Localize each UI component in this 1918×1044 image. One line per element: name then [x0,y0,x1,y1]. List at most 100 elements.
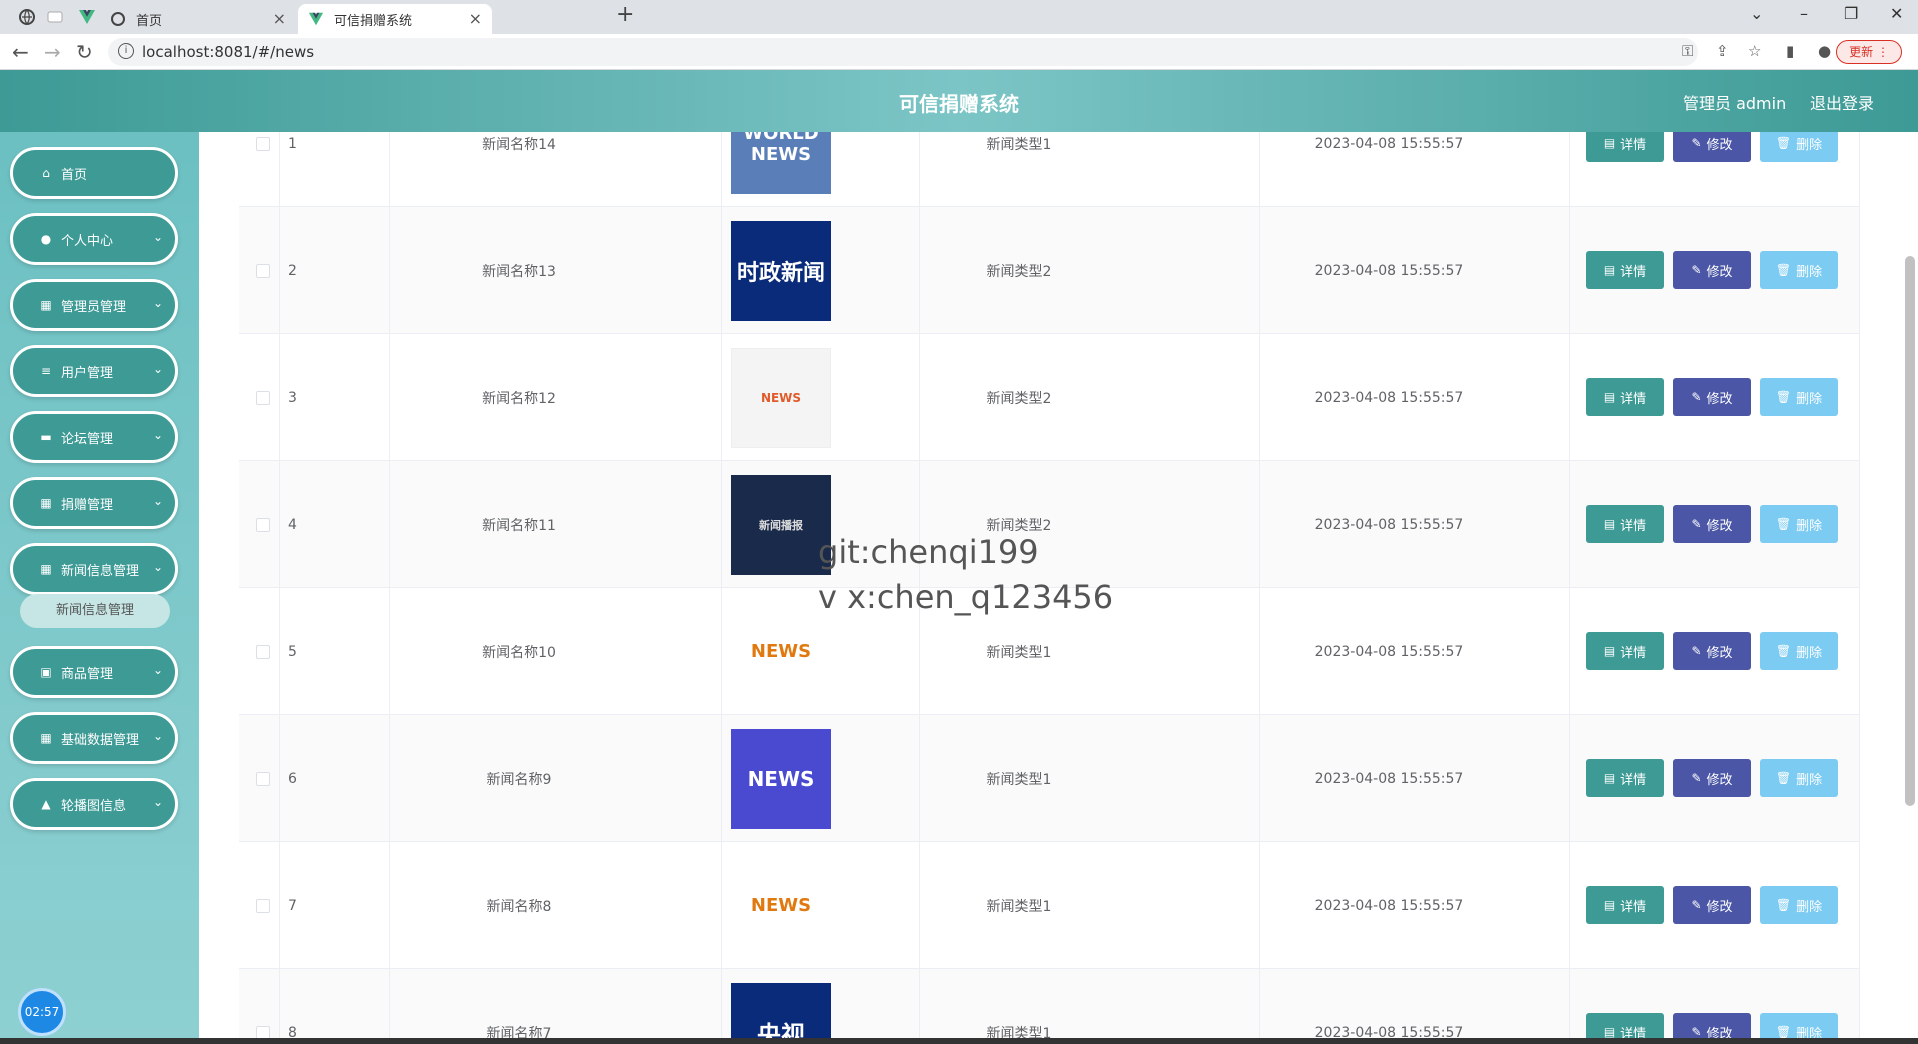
detail-button[interactable]: ▤ 详情 [1586,505,1664,543]
detail-button[interactable]: ▤ 详情 [1586,378,1664,416]
row-checkbox[interactable] [256,644,270,659]
row-checkbox[interactable] [256,263,270,278]
news-type: 新闻类型2 [986,263,1052,280]
trash-icon: 🗑 [1775,136,1792,150]
edit-button[interactable]: ✎ 修改 [1673,378,1751,416]
row-checkbox[interactable] [256,771,270,786]
row-checkbox[interactable] [256,136,270,151]
chevron-down-icon[interactable]: ⌄ [1750,4,1763,23]
delete-button[interactable]: 🗑 删除 [1760,886,1838,924]
detail-button[interactable]: ▤ 详情 [1586,759,1664,797]
minimize-button[interactable]: – [1800,4,1808,23]
row-index: 2 [288,262,297,279]
delete-button[interactable]: 🗑 删除 [1760,632,1838,670]
column-divider [1859,132,1860,1044]
row-checkbox[interactable] [256,898,270,913]
edit-button[interactable]: ✎ 修改 [1673,132,1751,162]
update-button[interactable]: 更新 ⋮ [1836,40,1902,64]
news-name: 新闻名称12 [482,390,556,407]
pencil-icon: ✎ [1691,898,1702,912]
clock-badge: 02:57 [18,988,66,1036]
pencil-icon: ✎ [1691,263,1702,277]
logout-button[interactable]: 退出登录 [1810,90,1874,114]
sidebar-item-carousel-info[interactable]: ▲ 轮播图信息 ⌄ [10,778,178,830]
chevron-down-icon: ⌄ [152,795,163,809]
globe-icon[interactable] [18,8,36,26]
delete-label: 删除 [1796,137,1823,153]
table-row: 6 新闻名称9 NEWS 新闻类型1 2023-04-08 15:55:57 ▤ 详情 ✎ 修改… [239,715,1859,842]
address-bar: ← → ↻ i localhost:8081/#/news ⚿ ⇪ ☆ ▮ ● … [0,34,1918,70]
delete-button[interactable]: 🗑 删除 [1760,505,1838,543]
news-name: 新闻名称8 [486,898,552,915]
window-close-button[interactable]: ✕ [1890,4,1903,23]
reload-icon[interactable]: ↻ [76,40,93,64]
delete-button[interactable]: 🗑 删除 [1760,759,1838,797]
blank-page-icon[interactable] [46,8,64,26]
chevron-down-icon: ⌄ [152,296,163,310]
profile-icon[interactable]: ● [1818,42,1831,60]
close-icon[interactable]: × [273,9,286,28]
row-index: 5 [288,643,297,660]
chevron-down-icon: ⌄ [152,362,163,376]
news-name: 新闻名称10 [482,644,556,661]
chevron-down-icon: ⌄ [152,663,163,677]
person-icon: ▲ [41,797,51,811]
sidebar-item-admin-management[interactable]: ▦ 管理员管理 ⌄ [10,279,178,331]
sidebar-item-home[interactable]: ⌂ 首页 [10,147,178,199]
detail-button[interactable]: ▤ 详情 [1586,251,1664,289]
detail-label: 详情 [1620,264,1647,280]
detail-button[interactable]: ▤ 详情 [1586,132,1664,162]
sidebar-item-forum-management[interactable]: ▬ 论坛管理 ⌄ [10,411,178,463]
star-icon[interactable]: ☆ [1748,42,1761,60]
document-icon: ▤ [1603,517,1616,531]
row-index: 1 [288,135,297,152]
edit-button[interactable]: ✎ 修改 [1673,505,1751,543]
edit-button[interactable]: ✎ 修改 [1673,759,1751,797]
sidepanel-icon[interactable]: ▮ [1786,42,1794,60]
url-field[interactable]: i localhost:8081/#/news [108,38,1698,66]
restore-button[interactable]: ❐ [1844,4,1858,23]
delete-button[interactable]: 🗑 删除 [1760,378,1838,416]
table-row: 2 新闻名称13 时政新闻 新闻类型2 2023-04-08 15:55:57 ▤ 详情 ✎ 修… [239,207,1859,334]
table-row: 7 新闻名称8 NEWS 新闻类型1 2023-04-08 15:55:57 ▤ 详情 ✎ 修改… [239,842,1859,969]
row-checkbox[interactable] [256,390,270,405]
sidebar-item-label: 轮播图信息 [61,798,127,814]
sidebar-item-personal-center[interactable]: ● 个人中心 ⌄ [10,213,178,265]
sidebar-item-label: 新闻信息管理 [61,563,140,579]
back-arrow-icon[interactable]: ← [12,40,29,64]
app-header: 可信捐赠系统 管理员 admin 退出登录 [0,70,1918,132]
edit-button[interactable]: ✎ 修改 [1673,251,1751,289]
edit-label: 修改 [1706,518,1733,534]
news-thumbnail: 新闻播报 [731,474,831,575]
sidebar-item-donation-management[interactable]: ▦ 捐赠管理 ⌄ [10,477,178,529]
pencil-icon: ✎ [1691,136,1702,150]
key-icon[interactable]: ⚿ [1682,42,1693,60]
edit-label: 修改 [1706,645,1733,661]
sidebar-item-user-management[interactable]: ≡ 用户管理 ⌄ [10,345,178,397]
edit-button[interactable]: ✎ 修改 [1673,886,1751,924]
detail-button[interactable]: ▤ 详情 [1586,632,1664,670]
detail-button[interactable]: ▤ 详情 [1586,886,1664,924]
forward-arrow-icon[interactable]: → [44,40,61,64]
delete-button[interactable]: 🗑 删除 [1760,251,1838,289]
submenu-news-management[interactable]: 新闻信息管理 [20,594,170,628]
new-tab-button[interactable]: + [616,2,634,27]
tab-home[interactable]: 首页 × [100,4,296,34]
pencil-icon: ✎ [1691,771,1702,785]
scrollbar[interactable] [1905,256,1915,806]
close-icon[interactable]: × [469,9,482,28]
watermark-line: git:chenqi199 [818,533,1039,571]
sidebar-item-news-management[interactable]: ▦ 新闻信息管理 ⌄ [10,543,178,595]
info-icon[interactable]: i [118,43,134,59]
delete-button[interactable]: 🗑 删除 [1760,132,1838,162]
delete-label: 删除 [1796,899,1823,915]
edit-button[interactable]: ✎ 修改 [1673,632,1751,670]
sidebar-item-goods-management[interactable]: ▣ 商品管理 ⌄ [10,646,178,698]
news-time: 2023-04-08 15:55:57 [1314,262,1464,279]
row-checkbox[interactable] [256,517,270,532]
vue-logo-icon[interactable] [78,8,96,26]
sidebar-item-basic-data-management[interactable]: ▦ 基础数据管理 ⌄ [10,712,178,764]
tab-donation-system[interactable]: 可信捐赠系统 × [298,4,492,34]
pencil-icon: ✎ [1691,644,1702,658]
share-icon[interactable]: ⇪ [1716,42,1729,60]
